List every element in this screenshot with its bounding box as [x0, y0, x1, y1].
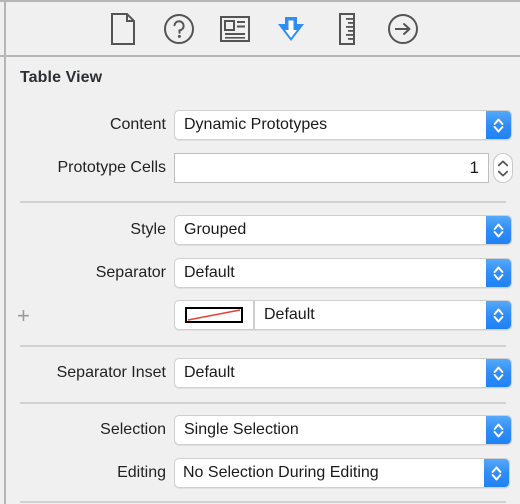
attributes-inspector-icon[interactable]: [263, 7, 319, 51]
file-inspector-icon[interactable]: [95, 7, 151, 51]
chevron-updown-icon: [486, 111, 511, 139]
selection-popup-value: Single Selection: [184, 421, 299, 438]
separator-color-well[interactable]: [174, 300, 254, 330]
divider-2: [20, 345, 506, 347]
editing-popup-button[interactable]: No Selection During Editing: [174, 458, 510, 488]
attributes-inspector-panel: Table View Content Dynamic Prototypes Pr…: [0, 0, 520, 504]
prototype-cells-label: Prototype Cells: [57, 159, 167, 176]
separator-inset-popup-value: Default: [184, 364, 235, 381]
divider-4: [20, 501, 506, 503]
prototype-cells-stepper[interactable]: [493, 153, 513, 183]
separator-color-popup-value: Default: [264, 306, 315, 323]
inspector-toolbar: [6, 2, 520, 55]
separator-inset-label: Separator Inset: [56, 364, 166, 381]
prototype-cells-value: 1: [469, 158, 479, 177]
style-label: Style: [130, 221, 166, 238]
selection-popup-button[interactable]: Single Selection: [174, 415, 512, 445]
content-label: Content: [109, 116, 166, 133]
style-popup-button[interactable]: Grouped: [174, 215, 512, 245]
stepper-up-icon: [497, 160, 509, 166]
divider-1: [20, 201, 506, 203]
chevron-updown-icon: [486, 416, 511, 444]
content-popup-value: Dynamic Prototypes: [184, 116, 328, 133]
size-inspector-icon[interactable]: [319, 7, 375, 51]
editing-label: Editing: [117, 464, 166, 481]
stepper-down-icon: [497, 170, 509, 176]
quick-help-inspector-icon[interactable]: [151, 7, 207, 51]
identity-inspector-icon[interactable]: [207, 7, 263, 51]
color-none-swatch: [185, 307, 243, 323]
selection-label: Selection: [100, 421, 166, 438]
style-popup-value: Grouped: [184, 221, 247, 238]
inspector-body: Table View Content Dynamic Prototypes Pr…: [6, 57, 520, 504]
separator-popup-button[interactable]: Default: [174, 258, 512, 288]
chevron-updown-icon: [484, 459, 509, 487]
divider-3: [20, 402, 506, 404]
chevron-updown-icon: [486, 216, 511, 244]
prototype-cells-input[interactable]: 1: [174, 153, 489, 183]
connections-inspector-icon[interactable]: [375, 7, 431, 51]
content-popup-button[interactable]: Dynamic Prototypes: [174, 110, 512, 140]
chevron-updown-icon: [486, 359, 511, 387]
editing-popup-value: No Selection During Editing: [183, 464, 379, 481]
separator-color-popup-button[interactable]: Default: [254, 300, 512, 330]
separator-label: Separator: [95, 264, 166, 281]
separator-popup-value: Default: [184, 264, 235, 281]
chevron-updown-icon: [486, 301, 511, 329]
add-separator-color-button[interactable]: +: [17, 305, 30, 327]
chevron-updown-icon: [486, 259, 511, 287]
separator-inset-popup-button[interactable]: Default: [174, 358, 512, 388]
page-title: Table View: [20, 69, 103, 86]
